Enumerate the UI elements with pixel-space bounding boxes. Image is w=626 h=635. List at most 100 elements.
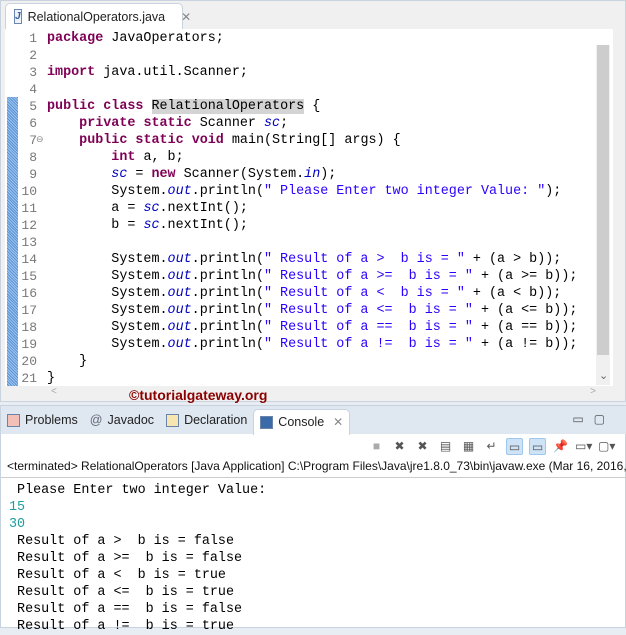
- scroll-left-icon[interactable]: <: [51, 386, 57, 397]
- code-token: out: [167, 320, 192, 335]
- close-icon[interactable]: ✕: [181, 10, 191, 24]
- code-token: );: [545, 184, 562, 199]
- code-line: 13: [5, 234, 595, 251]
- code-line: 9 sc = new Scanner(System.in);: [5, 166, 595, 183]
- code-token: }: [47, 354, 88, 369]
- code-token: " Result of a >= b is = ": [263, 269, 473, 284]
- line-number: 2: [29, 48, 37, 63]
- console-output-line: Result of a != b is = true: [9, 619, 234, 634]
- line-number: 17: [21, 303, 37, 318]
- code-token: + (a == b));: [472, 320, 578, 335]
- tab-javadoc[interactable]: @ Javadoc: [84, 407, 160, 433]
- code-token: out: [167, 303, 192, 318]
- code-token: .println(: [191, 320, 264, 335]
- code-token: System.: [47, 252, 168, 267]
- open-console-icon[interactable]: ▢▾: [598, 438, 615, 455]
- tab-problems[interactable]: Problems: [1, 407, 84, 433]
- line-number: 15: [21, 269, 37, 284]
- scroll-right-icon[interactable]: >: [590, 386, 596, 397]
- code-text: }: [47, 353, 87, 370]
- tab-declaration[interactable]: Declaration: [160, 407, 253, 433]
- show-on-stdout-icon[interactable]: ▭: [506, 438, 523, 455]
- code-token: private: [79, 116, 136, 131]
- code-text: sc = new Scanner(System.in);: [47, 166, 336, 183]
- code-token: new: [151, 167, 176, 182]
- code-line: 12 b = sc.nextInt();: [5, 217, 595, 234]
- line-number: 9: [29, 167, 37, 182]
- console-input-line: 30: [9, 517, 26, 532]
- line-number: 19: [21, 337, 37, 352]
- fold-icon[interactable]: ⊖: [36, 132, 44, 149]
- code-text: System.out.println(" Please Enter two in…: [47, 183, 561, 200]
- code-token: .nextInt();: [159, 201, 248, 216]
- tab-label: Console: [278, 415, 325, 429]
- console-output[interactable]: Please Enter two integer Value: 15 30 Resu…: [1, 477, 626, 634]
- code-token: in: [304, 167, 321, 182]
- code-area[interactable]: 1 package JavaOperators; 2 3 import java.uti…: [5, 29, 613, 386]
- terminate-icon[interactable]: ■: [368, 438, 385, 455]
- code-token: System.: [47, 303, 168, 318]
- code-line: 10 System.out.println(" Please Enter two…: [5, 183, 595, 200]
- scroll-lock-icon[interactable]: ▦: [460, 438, 477, 455]
- code-text: System.out.println(" Result of a >= b is…: [47, 268, 577, 285]
- code-token: + (a > b));: [464, 252, 562, 267]
- code-text: public static void main(String[] args) {: [47, 132, 400, 149]
- code-token: .println(: [191, 303, 264, 318]
- clear-console-icon[interactable]: ▤: [437, 438, 454, 455]
- close-icon[interactable]: ✕: [333, 415, 343, 429]
- code-token: System.: [47, 269, 168, 284]
- code-token: " Please Enter two integer Value: ": [263, 184, 546, 199]
- code-token: System.: [47, 320, 168, 335]
- code-token: a, b;: [135, 150, 184, 165]
- line-number: 14: [21, 252, 37, 267]
- editor-tab[interactable]: J RelationalOperators.java ✕: [5, 3, 191, 29]
- pin-console-icon[interactable]: 📌: [552, 438, 569, 455]
- code-token: System.: [47, 286, 168, 301]
- show-on-stderr-icon[interactable]: ▭: [529, 438, 546, 455]
- word-wrap-icon[interactable]: ↵: [483, 438, 500, 455]
- code-token: out: [167, 286, 192, 301]
- scrollbar-thumb[interactable]: [597, 45, 609, 355]
- remove-launch-icon[interactable]: ✖: [391, 438, 408, 455]
- remove-all-icon[interactable]: ✖: [414, 438, 431, 455]
- panel-tabs: Problems @ Javadoc Declaration Console ✕: [1, 406, 626, 435]
- line-number: 18: [21, 320, 37, 335]
- vertical-scrollbar[interactable]: [596, 45, 610, 385]
- line-number: 21: [21, 371, 37, 386]
- tab-console[interactable]: Console ✕: [253, 408, 351, 435]
- code-line: 4: [5, 81, 595, 98]
- code-line: 11 a = sc.nextInt();: [5, 200, 595, 217]
- tab-label: Problems: [25, 413, 78, 427]
- code-line: 16 System.out.println(" Result of a < b …: [5, 285, 595, 302]
- code-token: + (a != b));: [472, 337, 578, 352]
- display-console-icon[interactable]: ▭▾: [575, 438, 592, 455]
- code-token: {: [304, 99, 321, 114]
- code-token: .println(: [191, 337, 264, 352]
- code-token: out: [167, 184, 192, 199]
- code-line: 18 System.out.println(" Result of a == b…: [5, 319, 595, 336]
- console-toolbar: ■ ✖ ✖ ▤ ▦ ↵ ▭ ▭ 📌 ▭▾ ▢▾: [368, 438, 615, 455]
- code-token: " Result of a != b is = ": [263, 337, 473, 352]
- watermark: ©tutorialgateway.org: [129, 387, 268, 403]
- code-line: 6 private static Scanner sc;: [5, 115, 595, 132]
- maximize-icon[interactable]: ▢: [594, 412, 615, 426]
- code-token: static: [135, 133, 184, 148]
- code-line: 1 package JavaOperators;: [5, 30, 595, 47]
- scroll-down-icon[interactable]: ⌄: [599, 369, 608, 382]
- editor: J RelationalOperators.java ✕ 1 package Ja…: [0, 0, 626, 403]
- console-input-line: 15: [9, 500, 26, 515]
- code-token: import: [47, 65, 96, 80]
- console-icon: [260, 415, 274, 429]
- minimize-icon[interactable]: ▭: [572, 412, 593, 426]
- line-number: 16: [21, 286, 37, 301]
- line-number: 1: [29, 31, 37, 46]
- console-output-line: Result of a > b is = false: [9, 534, 234, 549]
- line-number: 8: [29, 150, 37, 165]
- code-line: 8 int a, b;: [5, 149, 595, 166]
- code-token: System.: [47, 184, 168, 199]
- code-line: 20 }: [5, 353, 595, 370]
- code-line: 14 System.out.println(" Result of a > b …: [5, 251, 595, 268]
